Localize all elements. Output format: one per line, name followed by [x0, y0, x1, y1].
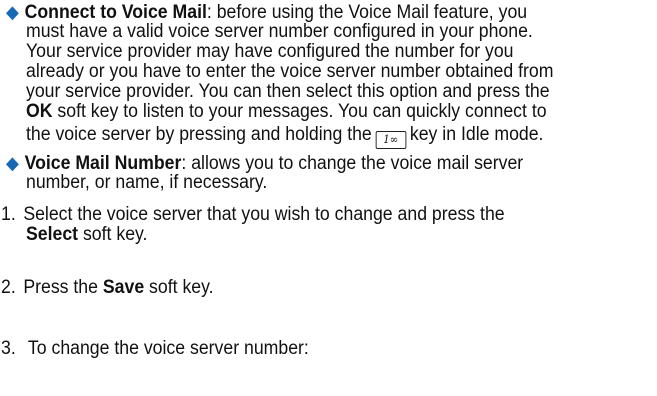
manual-page: ◆ Connect to Voice Mail: before using the… [0, 0, 657, 396]
step-number: 1. [1, 204, 16, 225]
bullet-text: : allows you to change the voice mail se… [181, 153, 524, 174]
bullet-text: the voice server by pressing and holding… [26, 124, 372, 145]
bullet-connect-voice-mail-line-6: OK soft key to listen to your messages. … [26, 102, 547, 122]
step-text: soft key. [144, 277, 214, 298]
step-number: 2. [1, 277, 16, 298]
step-1-line-2: Select soft key. [26, 225, 147, 245]
bullet-text: soft key to listen to your messages. You… [52, 101, 547, 122]
bullet-connect-voice-mail-line-2: must have a valid voice server number co… [26, 21, 533, 42]
voicemail-key-1-icon: 1∞ [375, 131, 407, 149]
step-text: soft key. [78, 224, 148, 245]
bullet-connect-voice-mail-line-1: ◆ Connect to Voice Mail: before using the… [6, 2, 527, 23]
bullet-connect-voice-mail-line-7: the voice server by pressing and holding… [26, 125, 543, 149]
diamond-bullet-icon: ◆ [6, 2, 19, 22]
step-number: 3. [1, 338, 16, 359]
step-1-line-1: 1. Select the voice server that you wish … [1, 205, 505, 225]
step-2: 2. Press the Save soft key. [1, 278, 214, 298]
diamond-bullet-icon: ◆ [6, 153, 19, 173]
step-text: Select the voice server that you wish to… [23, 204, 505, 225]
bullet-voice-mail-number-line-1: ◆ Voice Mail Number: allows you to change… [6, 153, 523, 174]
bullet-connect-voice-mail-line-3: Your service provider may have configure… [26, 41, 514, 62]
save-soft-key-label: Save [102, 277, 145, 298]
bullet-text: : before using the Voice Mail feature, y… [206, 2, 528, 23]
ok-soft-key-label: OK [26, 101, 53, 122]
step-text: Press the [23, 277, 103, 298]
term-voice-mail-number: Voice Mail Number [24, 153, 182, 174]
bullet-connect-voice-mail-line-4: already or you have to enter the voice s… [26, 61, 554, 82]
select-soft-key-label: Select [26, 224, 79, 245]
step-3: 3. To change the voice server number: [1, 339, 309, 359]
step-text: To change the voice server number: [23, 338, 309, 359]
bullet-connect-voice-mail-line-5: your service provider. You can then sele… [26, 81, 550, 102]
bullet-voice-mail-number-line-2: number, or name, if necessary. [26, 172, 268, 193]
term-connect-to-voice-mail: Connect to Voice Mail [24, 2, 207, 23]
bullet-text: key in Idle mode. [409, 124, 544, 145]
